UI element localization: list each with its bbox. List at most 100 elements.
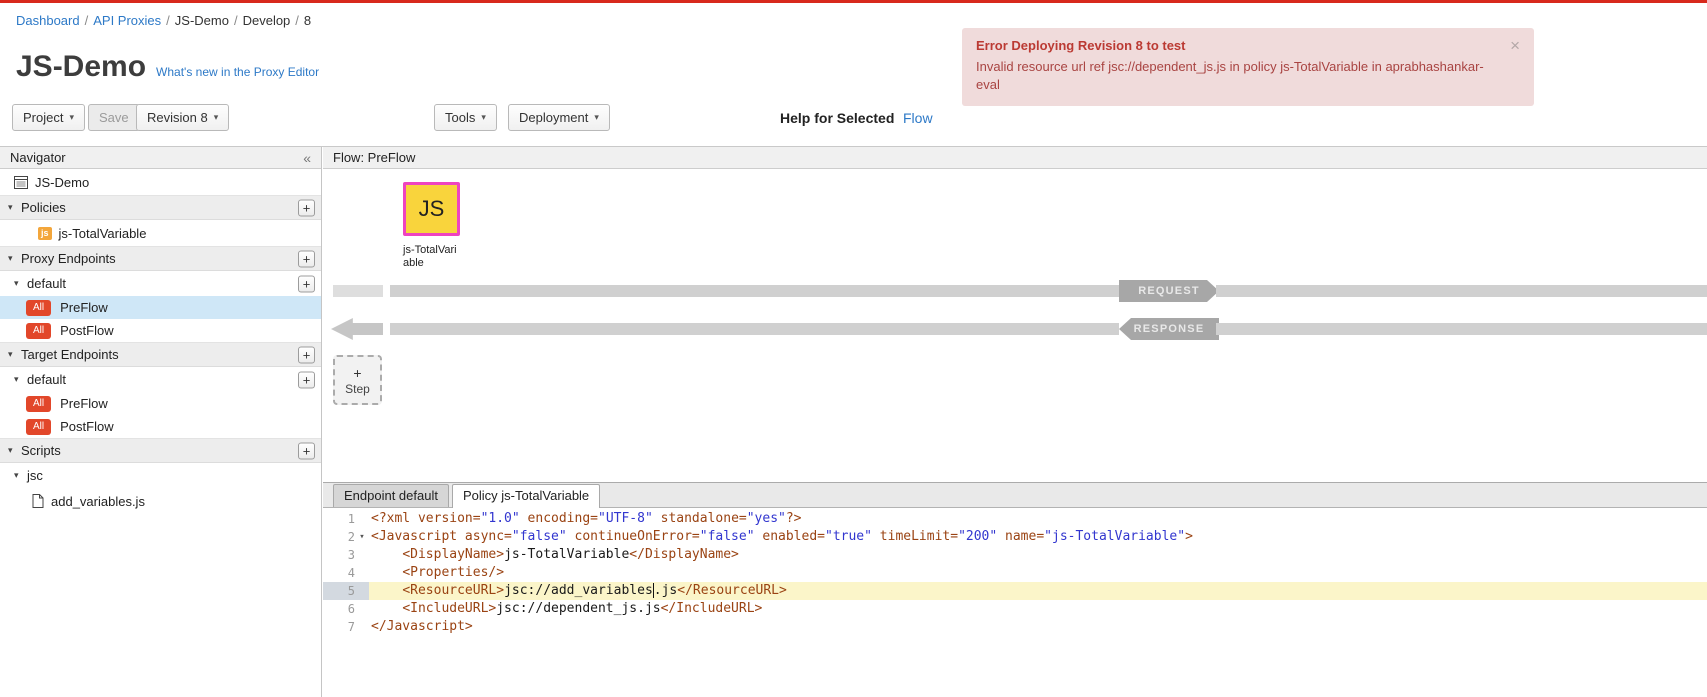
toolbar: Project ▾ Save Revision 8 ▾ Tools ▾ Depl… — [0, 104, 1707, 146]
code-token: "false" — [512, 529, 567, 544]
add-button[interactable]: + — [298, 371, 315, 388]
disclosure-triangle-icon[interactable]: ▾ — [8, 202, 21, 213]
code-editor-panel: Endpoint defaultPolicy js-TotalVariable … — [323, 482, 1707, 697]
flow-help-link[interactable]: Flow — [903, 110, 933, 126]
save-button[interactable]: Save — [88, 104, 140, 131]
code-token: "200" — [958, 529, 997, 544]
whats-new-link[interactable]: What's new in the Proxy Editor — [156, 65, 319, 79]
response-lane-segment — [390, 323, 1119, 335]
add-step-button[interactable]: + Step — [333, 355, 382, 405]
fold-spacer — [355, 510, 369, 528]
code-line-3[interactable]: 3 <DisplayName>js-TotalVariable</Display… — [323, 546, 1707, 564]
code-token: </IncludeURL> — [661, 601, 763, 616]
line-number: 6 — [323, 600, 355, 618]
nav-proxy-js-demo[interactable]: JS-Demo — [0, 169, 321, 195]
disclosure-triangle-icon[interactable]: ▾ — [14, 470, 27, 481]
disclosure-triangle-icon[interactable]: ▾ — [8, 349, 21, 360]
nav-group-default[interactable]: ▾default+ — [0, 271, 321, 296]
code-token: jsc://add_variables — [504, 583, 653, 598]
code-token: "js-TotalVariable" — [1044, 529, 1185, 544]
fold-spacer — [355, 564, 369, 582]
code-text: <ResourceURL>jsc://add_variables.js</Res… — [369, 582, 787, 600]
js-policy-node[interactable]: JS — [403, 182, 460, 236]
line-number: 7 — [323, 618, 355, 636]
nav-section-target-endpoints[interactable]: ▾Target Endpoints+ — [0, 342, 321, 367]
nav-item-label: PreFlow — [60, 300, 108, 315]
line-gutter: 3 — [323, 546, 369, 564]
disclosure-triangle-icon[interactable]: ▾ — [14, 278, 27, 289]
nav-policy-js-totalvariable[interactable]: jsjs-TotalVariable — [0, 220, 321, 246]
code-text: <?xml version="1.0" encoding="UTF-8" sta… — [369, 510, 802, 528]
code-line-7[interactable]: 7 </Javascript> — [323, 618, 1707, 636]
response-lane-segment — [1216, 323, 1707, 335]
fold-spacer — [355, 546, 369, 564]
disclosure-triangle-icon[interactable]: ▾ — [14, 374, 27, 385]
code-token — [371, 601, 402, 616]
nav-flow-postflow[interactable]: AllPostFlow — [0, 415, 321, 438]
code-text: </Javascript> — [369, 618, 473, 636]
fold-arrow-icon[interactable]: ▾ — [355, 528, 369, 546]
code-token: ?> — [786, 511, 802, 526]
code-line-1[interactable]: 1<?xml version="1.0" encoding="UTF-8" st… — [323, 510, 1707, 528]
flow-canvas: JS js-TotalVariable REQUEST RESPONSE + S… — [323, 169, 1707, 482]
code-token — [371, 547, 402, 562]
code-token: <?xml version= — [371, 511, 481, 526]
close-icon[interactable]: × — [1510, 36, 1520, 56]
add-button[interactable]: + — [298, 199, 315, 216]
nav-item-label: jsc — [27, 468, 43, 483]
breadcrumb-separator: / — [295, 13, 299, 28]
deployment-button-label: Deployment — [519, 110, 588, 125]
nav-section-scripts[interactable]: ▾Scripts+ — [0, 438, 321, 463]
top-accent-bar — [0, 0, 1707, 3]
code-token: "false" — [700, 529, 755, 544]
code-area[interactable]: 1<?xml version="1.0" encoding="UTF-8" st… — [323, 508, 1707, 636]
code-line-6[interactable]: 6 <IncludeURL>jsc://dependent_js.js</Inc… — [323, 600, 1707, 618]
line-gutter: 2▾ — [323, 528, 369, 546]
nav-flow-preflow[interactable]: AllPreFlow — [0, 392, 321, 415]
tab-policy-js-totalvariable[interactable]: Policy js-TotalVariable — [452, 484, 600, 508]
save-button-label: Save — [99, 110, 129, 125]
project-button[interactable]: Project ▾ — [12, 104, 85, 131]
code-line-5[interactable]: 5 <ResourceURL>jsc://add_variables.js</R… — [323, 582, 1707, 600]
code-token: "1.0" — [481, 511, 520, 526]
nav-flow-postflow[interactable]: AllPostFlow — [0, 319, 321, 342]
add-button[interactable]: + — [298, 442, 315, 459]
breadcrumb-item-dashboard[interactable]: Dashboard — [16, 13, 80, 28]
nav-item-label: PreFlow — [60, 396, 108, 411]
revision-button[interactable]: Revision 8 ▾ — [136, 104, 229, 131]
deployment-button[interactable]: Deployment ▾ — [508, 104, 610, 131]
code-token: enabled= — [755, 529, 825, 544]
nav-file-add-variables-js[interactable]: add_variables.js — [0, 488, 321, 514]
nav-flow-preflow[interactable]: AllPreFlow — [0, 296, 321, 319]
code-text: <Properties/> — [369, 564, 504, 582]
response-arrow-label: RESPONSE — [1119, 318, 1219, 340]
code-token — [371, 565, 402, 580]
code-token: </Javascript> — [371, 619, 473, 634]
navigator-title: Navigator — [10, 150, 66, 165]
nav-section-proxy-endpoints[interactable]: ▾Proxy Endpoints+ — [0, 246, 321, 271]
add-button[interactable]: + — [298, 250, 315, 267]
nav-item-label: PostFlow — [60, 323, 113, 338]
caret-down-icon: ▾ — [69, 112, 74, 123]
caret-down-icon: ▾ — [481, 112, 486, 123]
add-button[interactable]: + — [298, 346, 315, 363]
add-button[interactable]: + — [298, 275, 315, 292]
code-token: name= — [997, 529, 1044, 544]
nav-group-jsc[interactable]: ▾jsc — [0, 463, 321, 488]
page-title: JS-Demo — [16, 50, 146, 84]
js-policy-node-label: js-TotalVariable — [403, 244, 461, 270]
disclosure-triangle-icon[interactable]: ▾ — [8, 445, 21, 456]
code-line-2[interactable]: 2▾<Javascript async="false" continueOnEr… — [323, 528, 1707, 546]
disclosure-triangle-icon[interactable]: ▾ — [8, 253, 21, 264]
code-token: "yes" — [747, 511, 786, 526]
editor-tab-strip: Endpoint defaultPolicy js-TotalVariable — [323, 483, 1707, 508]
tools-button[interactable]: Tools ▾ — [434, 104, 497, 131]
collapse-sidebar-icon[interactable]: « — [303, 150, 311, 166]
js-policy-badge-icon: js — [38, 227, 52, 240]
code-line-4[interactable]: 4 <Properties/> — [323, 564, 1707, 582]
breadcrumb-item-api-proxies[interactable]: API Proxies — [93, 13, 161, 28]
tab-endpoint-default[interactable]: Endpoint default — [333, 484, 449, 507]
code-token: "true" — [825, 529, 872, 544]
nav-section-policies[interactable]: ▾Policies+ — [0, 195, 321, 220]
nav-group-default[interactable]: ▾default+ — [0, 367, 321, 392]
